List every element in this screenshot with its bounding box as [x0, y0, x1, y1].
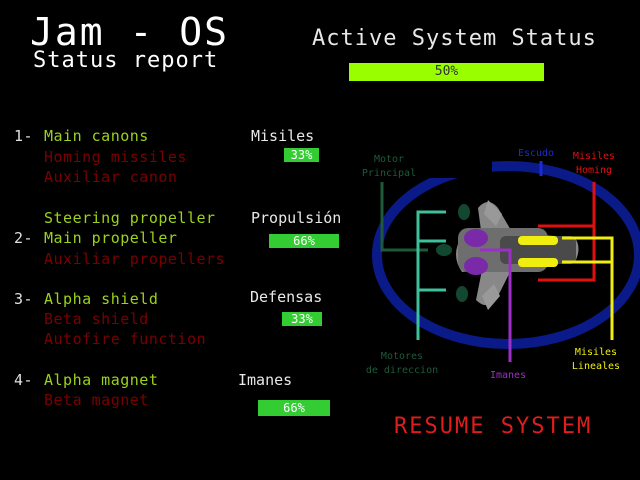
label-motor-principal-line1: Motor [373, 154, 405, 165]
label-motores-direccion-line1: Motores [380, 351, 424, 362]
label-motores-direccion: Motores de direccion [356, 350, 448, 378]
label-escudo: Escudo [517, 148, 555, 159]
label-imanes: Imanes [489, 370, 527, 381]
shield-ring-gap [420, 158, 492, 178]
label-motor-principal: Motor Principal [352, 153, 426, 181]
label-misiles-homing-line1: Misiles [572, 151, 616, 162]
spaceship-icon [436, 200, 579, 310]
label-motor-principal-line2: Principal [361, 168, 417, 179]
label-motores-direccion-line2: de direccion [365, 365, 439, 376]
label-misiles-lineales: Misiles Lineales [564, 346, 628, 374]
ship-diagram [372, 158, 640, 362]
label-misiles-homing-line2: Homing [575, 165, 613, 176]
label-misiles-homing: Misiles Homing [564, 150, 624, 178]
label-misiles-lineales-line1: Misiles [574, 347, 618, 358]
label-misiles-lineales-line2: Lineales [571, 361, 621, 372]
resume-system-button[interactable]: RESUME SYSTEM [394, 414, 592, 439]
